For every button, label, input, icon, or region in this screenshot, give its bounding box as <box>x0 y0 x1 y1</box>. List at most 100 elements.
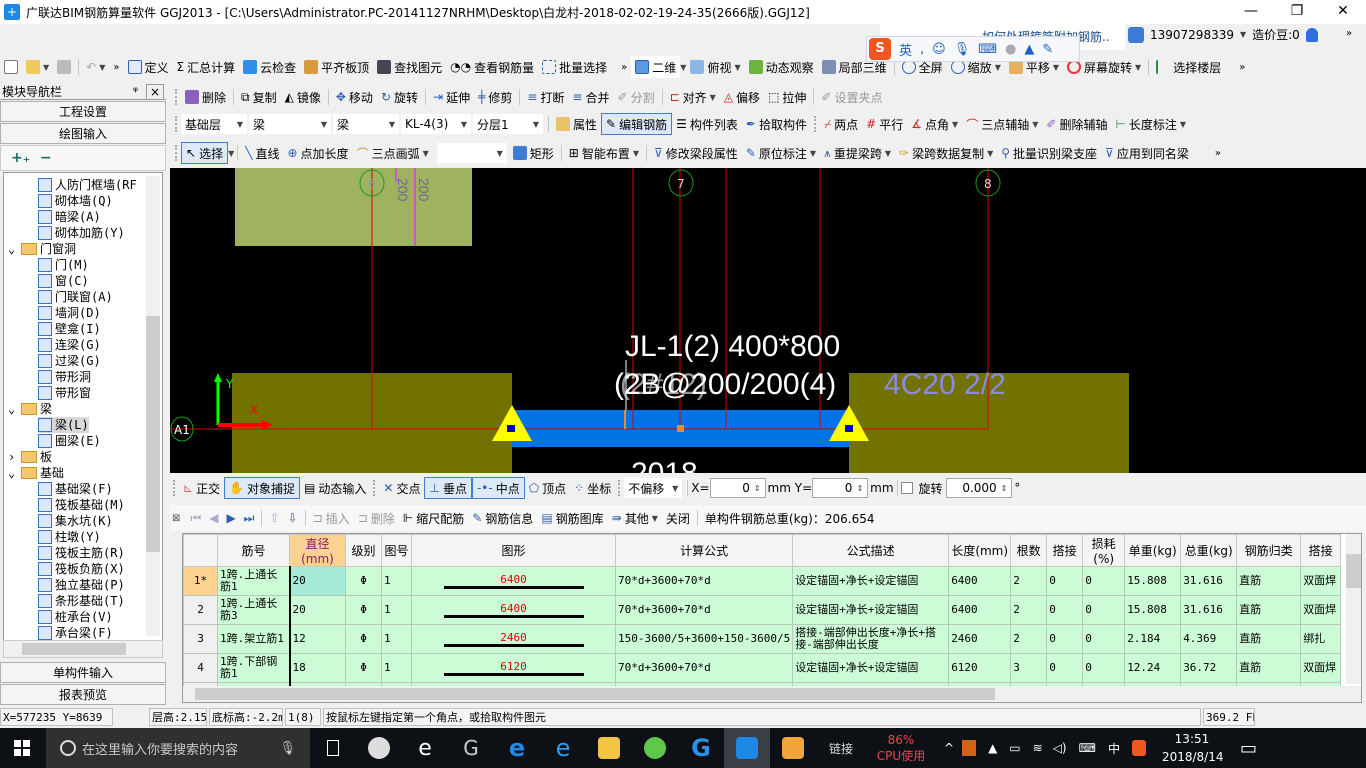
column-header[interactable]: 级别 <box>345 534 382 567</box>
collapse-all-icon[interactable]: − <box>40 150 52 166</box>
volume-icon[interactable]: ◁) <box>1053 741 1067 755</box>
cell-unit_w[interactable]: 15.808 <box>1124 595 1182 625</box>
fan-app-icon[interactable] <box>356 728 402 768</box>
cell-cls[interactable]: 直筋 <box>1236 566 1302 596</box>
x-offset-input[interactable]: 0 ⇕ <box>709 478 766 498</box>
overflow-icon[interactable]: » <box>1215 148 1221 159</box>
tree-item[interactable]: 柱墩(Y) <box>38 529 101 545</box>
grip-point[interactable] <box>845 425 853 432</box>
move-down-button[interactable]: ⇩ <box>284 507 302 529</box>
intersection-snap[interactable]: ✕ 交点 <box>379 477 424 499</box>
next-record-button[interactable]: ▶ <box>222 507 239 529</box>
cpu-monitor[interactable]: 86% CPU使用 <box>866 732 936 764</box>
cell-formula[interactable]: 150-3600/5+3600+150-3600/5 <box>614 624 794 654</box>
cell-fig[interactable]: 1 <box>381 624 412 654</box>
point-length-button[interactable]: ⊕ 点加长度 <box>283 142 352 164</box>
cell-count[interactable]: 2 <box>1010 595 1048 625</box>
cell-count[interactable]: 2 <box>1010 624 1048 654</box>
cell-dia[interactable]: 12 <box>288 624 346 654</box>
tree-item[interactable]: 集水坑(K) <box>38 513 113 529</box>
ime-lang[interactable]: 英 <box>899 40 912 59</box>
skin-icon[interactable]: ▲ <box>1024 42 1034 57</box>
column-header[interactable]: 图号 <box>381 534 412 567</box>
cell-grade[interactable]: Φ <box>345 566 382 596</box>
mirror-button[interactable]: ◭ 镜像 <box>281 86 325 108</box>
ime-toolbar[interactable]: S 英 , ☺ 🎙 ⌨ ● ▲ ✎ <box>866 36 1080 62</box>
tree-item[interactable]: 带形洞 <box>38 369 91 385</box>
undo-button[interactable]: ↶ ▼ <box>82 56 109 78</box>
column-header[interactable]: 长度(mm) <box>948 534 1012 567</box>
cell-formula[interactable]: 70*d+3600+70*d <box>614 595 794 625</box>
wifi-icon[interactable]: ≋ <box>1033 741 1043 755</box>
column-header[interactable]: 搭接 <box>1046 534 1084 567</box>
cell-desc[interactable]: 搭接-端部伸出长度+净长+搭接-端部伸出长度 <box>792 624 950 654</box>
cell-cls[interactable]: 直筋 <box>1236 595 1302 625</box>
project-settings-button[interactable]: 工程设置 <box>0 101 166 122</box>
first-record-button[interactable]: ⏮ <box>186 507 205 529</box>
tree-item[interactable]: 带形窗 <box>38 385 91 401</box>
three-point-axis-button[interactable]: ⌒ 三点辅轴 ▼ <box>962 113 1042 135</box>
user-icon[interactable]: ● <box>1005 42 1016 57</box>
column-header[interactable]: 搭接 <box>1300 534 1342 567</box>
cell-lap_type[interactable]: 双面焊 <box>1300 566 1342 596</box>
tree-item[interactable]: 筏板负筋(X) <box>38 561 125 577</box>
tree-item[interactable]: 圈梁(E) <box>38 433 101 449</box>
select-tool-button[interactable]: ↖ 选择 <box>181 142 229 164</box>
overflow-icon[interactable]: » <box>621 62 627 73</box>
show-hidden-icons[interactable]: ^ <box>944 741 954 755</box>
user-phone[interactable]: 13907298339 <box>1150 28 1234 42</box>
set-grip-button[interactable]: ✐ 设置夹点 <box>817 86 886 108</box>
cell-idx[interactable]: 4 <box>183 653 218 683</box>
tree-item[interactable]: 门(M) <box>38 257 89 273</box>
cell-shape[interactable]: 6400 <box>411 595 616 625</box>
rotate-angle-input[interactable]: 0.000 ⇕ <box>946 478 1013 498</box>
link-toolbar[interactable]: 链接 <box>816 740 866 757</box>
top-view-button[interactable]: 俯视 ▼ <box>686 56 744 78</box>
cell-fig[interactable]: 1 <box>381 653 412 683</box>
insert-row-button[interactable]: ⊐ 插入 <box>309 507 354 529</box>
pin-icon[interactable]: ᵠ <box>133 84 138 100</box>
delete-axis-button[interactable]: ✐ 删除辅轴 <box>1042 113 1111 135</box>
edge-icon[interactable]: e <box>494 728 540 768</box>
cell-len[interactable]: 6400 <box>948 595 1012 625</box>
dimension-button[interactable]: ⊢ 长度标注 ▼ <box>1111 113 1190 135</box>
cell-len[interactable]: 2460 <box>948 624 1012 654</box>
tree-item[interactable]: 暗梁(A) <box>38 209 101 225</box>
tree-item[interactable]: 桩承台(V) <box>38 609 113 625</box>
table-row[interactable]: 2 1跨.上通长筋3 20 Φ 1 6400 70*d+3600+70*d 设定锚固+净长+设… <box>183 595 1342 625</box>
parallel-button[interactable]: # 平行 <box>862 113 907 135</box>
rotate-button[interactable]: ↻ 旋转 <box>377 86 422 108</box>
cell-grade[interactable]: Φ <box>345 624 382 654</box>
cell-cls[interactable]: 直筋 <box>1236 653 1302 683</box>
offset-mode-select[interactable]: 不偏移 ▼ <box>624 478 683 498</box>
edit-rebar-button[interactable]: ✎ 编辑钢筋 <box>601 113 673 135</box>
single-component-input-button[interactable]: 单构件输入 <box>0 662 166 683</box>
keyboard-icon[interactable]: ⌨ <box>978 42 997 57</box>
bell-icon[interactable] <box>1305 27 1318 42</box>
column-header[interactable]: 总重(kg) <box>1180 534 1238 567</box>
column-header[interactable]: 公式描述 <box>792 534 950 567</box>
tree-item[interactable]: 砌体加筋(Y) <box>38 225 125 241</box>
overflow-icon[interactable]: » <box>1239 62 1245 73</box>
pick-component-button[interactable]: ✒ 拾取构件 <box>742 113 811 135</box>
windows-start-icon[interactable] <box>14 740 30 756</box>
expand-all-icon[interactable]: +₊ <box>11 150 30 166</box>
copy-span-data-button[interactable]: ✑ 梁跨数据复制 ▼ <box>895 142 997 164</box>
taskbar-search[interactable]: 在这里输入你要搜索的内容 🎙 <box>46 728 310 768</box>
tree-item[interactable]: 承台梁(F) <box>38 625 113 641</box>
offset-button[interactable]: ◬ 偏移 <box>720 86 764 108</box>
delete-button[interactable]: 删除 <box>181 86 230 108</box>
trim-button[interactable]: ╪ 修剪 <box>474 86 516 108</box>
cell-total_w[interactable]: 31.616 <box>1180 595 1238 625</box>
cell-dia[interactable]: 18 <box>288 653 346 683</box>
column-header[interactable]: 直径(mm) <box>289 534 346 567</box>
overflow-icon[interactable]: » <box>1346 28 1352 39</box>
align-button[interactable]: ⊏ 对齐 ▼ <box>666 86 720 108</box>
punct-icon[interactable]: , <box>920 42 924 57</box>
cell-len[interactable]: 6400 <box>948 566 1012 596</box>
rotate-checkbox[interactable] <box>900 482 913 494</box>
batch-identify-support-button[interactable]: ⚲ 批量识别梁支座 <box>997 142 1101 164</box>
three-point-arc-button[interactable]: ⌒ 三点画弧 ▼ <box>353 142 433 164</box>
cell-shape[interactable]: 2460 <box>411 624 616 654</box>
tree-item[interactable]: 壁龛(I) <box>38 321 101 337</box>
